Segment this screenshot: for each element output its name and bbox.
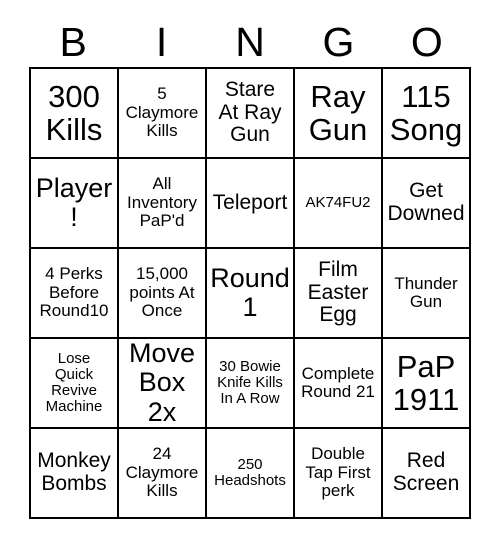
bingo-cell-text: Move Box 2x [128, 339, 196, 427]
bingo-cell-text: 4 Perks Before Round10 [39, 264, 109, 321]
bingo-cell-text: Red Screen [392, 449, 460, 495]
bingo-cell-text: Round 1 [210, 262, 290, 322]
bingo-cell-i3[interactable]: 15,000 points At Once [119, 249, 207, 339]
bingo-cell-text: Complete Round 21 [301, 363, 375, 401]
bingo-card: B I N G O 300 Kills 5 Claymore Kills Sta… [0, 0, 500, 544]
bingo-cell-text: Teleport [212, 190, 288, 214]
bingo-cell-g4[interactable]: Complete Round 21 [295, 339, 383, 429]
bingo-cell-text: Get Downed [387, 179, 465, 225]
bingo-cell-g2[interactable]: AK74FU2 [295, 159, 383, 249]
bingo-cell-text: Monkey Bombs [37, 449, 111, 495]
bingo-cell-text: Double Tap First perk [305, 444, 371, 501]
bingo-cell-b1[interactable]: 300 Kills [31, 69, 119, 159]
bingo-grid: 300 Kills 5 Claymore Kills Stare At Ray … [29, 67, 471, 519]
bingo-cell-text: 5 Claymore Kills [125, 84, 199, 141]
bingo-cell-g5[interactable]: Double Tap First perk [295, 429, 383, 519]
bingo-cell-text: 300 Kills [45, 78, 103, 147]
bingo-cell-text: 115 Song [389, 78, 463, 147]
bingo-cell-text: Player! [35, 172, 113, 232]
bingo-cell-i4[interactable]: Move Box 2x [119, 339, 207, 429]
bingo-header-row: B I N G O [29, 18, 471, 66]
bingo-cell-o1[interactable]: 115 Song [383, 69, 471, 159]
bingo-cell-text: PaP 1911 [392, 348, 460, 417]
bingo-cell-o2[interactable]: Get Downed [383, 159, 471, 249]
bingo-cell-o3[interactable]: Thunder Gun [383, 249, 471, 339]
bingo-cell-o4[interactable]: PaP 1911 [383, 339, 471, 429]
bingo-cell-text: Film Easter Egg [307, 257, 369, 327]
bingo-cell-text: Ray Gun [308, 78, 368, 147]
bingo-cell-n1[interactable]: Stare At Ray Gun [207, 69, 295, 159]
header-letter-i: I [155, 18, 168, 65]
header-letter-g: G [322, 18, 355, 65]
bingo-cell-i1[interactable]: 5 Claymore Kills [119, 69, 207, 159]
bingo-cell-i5[interactable]: 24 Claymore Kills [119, 429, 207, 519]
bingo-cell-text: All Inventory PaP'd [127, 174, 197, 231]
bingo-cell-text: AK74FU2 [305, 193, 371, 211]
bingo-cell-text: 15,000 points At Once [129, 264, 195, 321]
bingo-cell-n4[interactable]: 30 Bowie Knife Kills In A Row [207, 339, 295, 429]
bingo-cell-text: 24 Claymore Kills [125, 444, 199, 501]
bingo-cell-b4[interactable]: Lose Quick Revive Machine [31, 339, 119, 429]
bingo-cell-n3[interactable]: Round 1 [207, 249, 295, 339]
bingo-cell-g1[interactable]: Ray Gun [295, 69, 383, 159]
bingo-cell-b5[interactable]: Monkey Bombs [31, 429, 119, 519]
header-letter-b: B [59, 18, 87, 65]
bingo-cell-text: Thunder Gun [394, 273, 458, 311]
bingo-cell-n5[interactable]: 250 Headshots [207, 429, 295, 519]
header-letter-o: O [410, 18, 443, 65]
bingo-cell-n2[interactable]: Teleport [207, 159, 295, 249]
bingo-cell-b3[interactable]: 4 Perks Before Round10 [31, 249, 119, 339]
bingo-cell-text: Lose Quick Revive Machine [45, 349, 103, 416]
bingo-cell-text: 250 Headshots [214, 455, 286, 489]
header-letter-n: N [235, 18, 265, 65]
bingo-cell-b2[interactable]: Player! [31, 159, 119, 249]
bingo-cell-text: 30 Bowie Knife Kills In A Row [217, 357, 283, 408]
bingo-cell-g3[interactable]: Film Easter Egg [295, 249, 383, 339]
bingo-cell-text: Stare At Ray Gun [218, 77, 282, 147]
bingo-cell-o5[interactable]: Red Screen [383, 429, 471, 519]
bingo-cell-i2[interactable]: All Inventory PaP'd [119, 159, 207, 249]
